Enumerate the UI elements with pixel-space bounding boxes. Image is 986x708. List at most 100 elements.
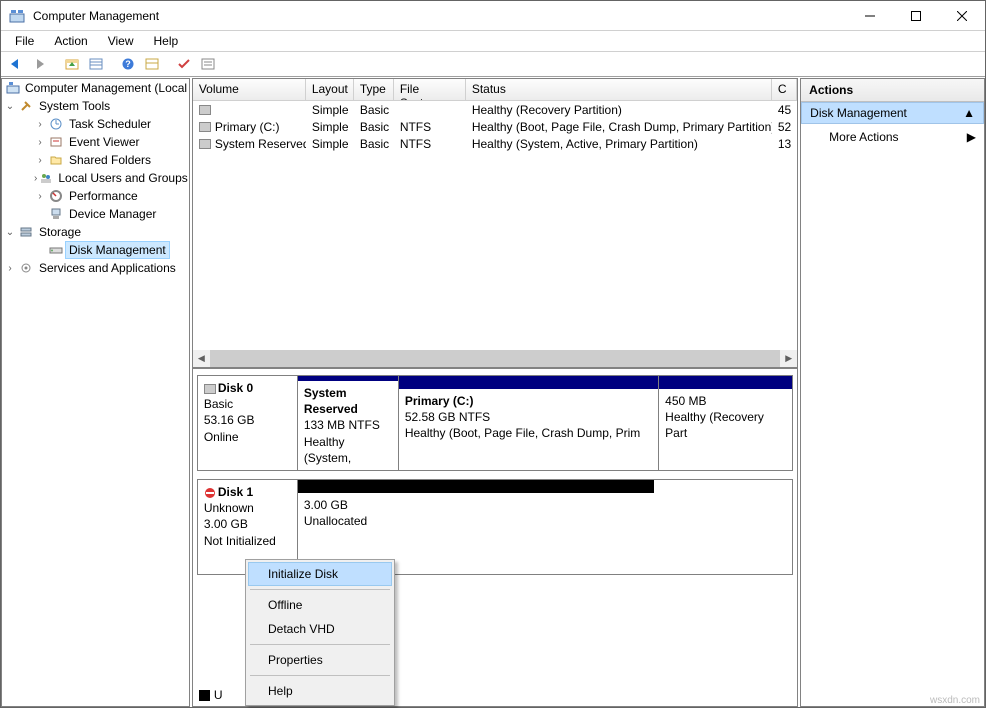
- col-status[interactable]: Status: [466, 79, 772, 100]
- scroll-track[interactable]: [210, 350, 780, 367]
- storage-icon: [18, 224, 34, 240]
- menu-action[interactable]: Action: [44, 32, 97, 50]
- partition-stripe: [399, 376, 658, 389]
- actions-more[interactable]: More Actions ▶: [801, 124, 984, 150]
- tree-shared-folders[interactable]: ›Shared Folders: [2, 151, 189, 169]
- tree-task-scheduler[interactable]: ›Task Scheduler: [2, 115, 189, 133]
- up-button[interactable]: [61, 53, 83, 75]
- users-icon: [39, 170, 53, 186]
- list-button[interactable]: [197, 53, 219, 75]
- partition-label: 3.00 GBUnallocated: [298, 493, 654, 533]
- partition-label: System Reserved133 MB NTFSHealthy (Syste…: [298, 381, 398, 470]
- close-button[interactable]: [939, 1, 985, 31]
- tree-system-tools[interactable]: ⌄ System Tools: [2, 97, 189, 115]
- refresh-button[interactable]: [141, 53, 163, 75]
- menu-view[interactable]: View: [98, 32, 144, 50]
- clock-icon: [48, 116, 64, 132]
- context-item-initialize-disk[interactable]: Initialize Disk: [248, 562, 392, 586]
- cell: Primary (C:): [193, 120, 306, 134]
- tree-label: Disk Management: [66, 242, 169, 258]
- cell: Healthy (Recovery Partition): [466, 103, 772, 117]
- nav-tree[interactable]: Computer Management (Local ⌄ System Tool…: [1, 78, 190, 707]
- collapse-icon[interactable]: ⌄: [4, 101, 16, 112]
- legend: U: [199, 688, 223, 702]
- col-filesystem[interactable]: File System: [394, 79, 466, 100]
- menubar: File Action View Help: [1, 31, 985, 51]
- volume-header[interactable]: Volume Layout Type File System Status C: [193, 79, 797, 101]
- col-volume[interactable]: Volume: [193, 79, 306, 100]
- tree-event-viewer[interactable]: ›Event Viewer: [2, 133, 189, 151]
- col-capacity[interactable]: C: [772, 79, 797, 100]
- expand-icon[interactable]: ›: [4, 263, 16, 274]
- properties-button[interactable]: [85, 53, 107, 75]
- expand-icon[interactable]: ›: [34, 155, 46, 166]
- scroll-left-icon[interactable]: ◀: [193, 350, 210, 367]
- actions-title: Actions: [801, 79, 984, 102]
- scroll-right-icon[interactable]: ▶: [780, 350, 797, 367]
- services-icon: [18, 260, 34, 276]
- menu-help[interactable]: Help: [144, 32, 189, 50]
- minimize-button[interactable]: [847, 1, 893, 31]
- window-title: Computer Management: [31, 9, 847, 23]
- submenu-arrow-icon: ▶: [967, 130, 976, 144]
- folder-icon: [48, 152, 64, 168]
- horizontal-scrollbar[interactable]: ◀ ▶: [193, 350, 797, 367]
- device-icon: [48, 206, 64, 222]
- workarea: Computer Management (Local ⌄ System Tool…: [1, 78, 985, 707]
- back-button[interactable]: [5, 53, 27, 75]
- actions-section[interactable]: Disk Management ▲: [801, 102, 984, 124]
- disk-mgmt-icon: [48, 242, 64, 258]
- volume-row[interactable]: Primary (C:)SimpleBasicNTFSHealthy (Boot…: [193, 118, 797, 135]
- cell: Healthy (System, Active, Primary Partiti…: [466, 137, 772, 151]
- volume-row[interactable]: System ReservedSimpleBasicNTFSHealthy (S…: [193, 135, 797, 152]
- perf-icon: [48, 188, 64, 204]
- partition[interactable]: Primary (C:)52.58 GB NTFSHealthy (Boot, …: [398, 376, 658, 470]
- maximize-button[interactable]: [893, 1, 939, 31]
- disk-info[interactable]: Disk 0Basic53.16 GBOnline: [198, 376, 298, 470]
- tree-performance[interactable]: › Performance: [2, 187, 189, 205]
- tree-local-users[interactable]: › Local Users and Groups: [2, 169, 189, 187]
- context-separator: [250, 589, 390, 590]
- cell: Simple: [306, 120, 354, 134]
- tools-icon: [18, 98, 34, 114]
- tree-services[interactable]: ›Services and Applications: [2, 259, 189, 277]
- forward-button[interactable]: [29, 53, 51, 75]
- help-button[interactable]: ?: [117, 53, 139, 75]
- tree-label: Storage: [36, 224, 84, 240]
- cell: Basic: [354, 120, 394, 134]
- context-item-properties[interactable]: Properties: [248, 648, 392, 672]
- tree-disk-management[interactable]: ›Disk Management: [2, 241, 189, 259]
- tree-device-manager[interactable]: ›Device Manager: [2, 205, 189, 223]
- watermark: wsxdn.com: [930, 695, 980, 706]
- tree-storage[interactable]: ⌄ Storage: [2, 223, 189, 241]
- partition[interactable]: System Reserved133 MB NTFSHealthy (Syste…: [298, 376, 398, 470]
- expand-icon[interactable]: ›: [34, 119, 46, 130]
- cell: 45: [772, 103, 797, 117]
- disk-block[interactable]: Disk 0Basic53.16 GBOnlineSystem Reserved…: [197, 375, 793, 471]
- menu-file[interactable]: File: [5, 32, 44, 50]
- tree-label: Device Manager: [66, 206, 159, 222]
- partition[interactable]: 450 MBHealthy (Recovery Part: [658, 376, 792, 470]
- volume-row[interactable]: SimpleBasicHealthy (Recovery Partition)4…: [193, 101, 797, 118]
- tree-label: Performance: [66, 188, 141, 204]
- collapse-icon[interactable]: ⌄: [4, 227, 16, 238]
- expand-icon[interactable]: ›: [34, 137, 46, 148]
- col-layout[interactable]: Layout: [306, 79, 354, 100]
- cell: [193, 103, 306, 117]
- context-item-help[interactable]: Help: [248, 679, 392, 703]
- context-item-detach-vhd[interactable]: Detach VHD: [248, 617, 392, 641]
- expand-icon[interactable]: ›: [34, 173, 37, 184]
- tree-label: Local Users and Groups: [55, 170, 189, 186]
- event-icon: [48, 134, 64, 150]
- legend-swatch-icon: [199, 690, 210, 701]
- tree-root[interactable]: Computer Management (Local: [2, 79, 189, 97]
- check-button[interactable]: [173, 53, 195, 75]
- titlebar: Computer Management: [1, 1, 985, 31]
- context-item-offline[interactable]: Offline: [248, 593, 392, 617]
- app-icon: [9, 8, 25, 24]
- col-type[interactable]: Type: [354, 79, 394, 100]
- volume-list[interactable]: Volume Layout Type File System Status C …: [192, 78, 798, 368]
- cell: 13: [772, 137, 797, 151]
- expand-icon[interactable]: ›: [34, 191, 46, 202]
- cell: NTFS: [394, 137, 466, 151]
